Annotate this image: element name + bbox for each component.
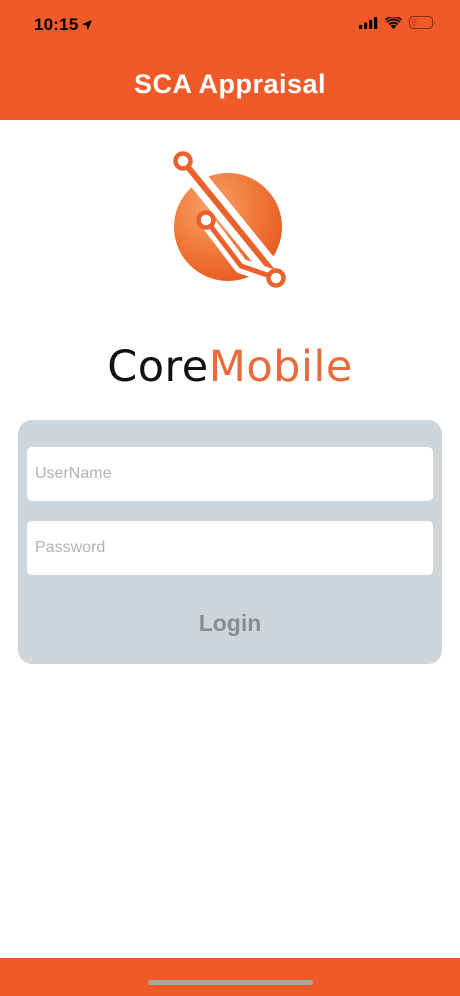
status-time-text: 10:15 [34, 15, 79, 34]
wifi-icon [385, 16, 402, 29]
page-title: SCA Appraisal [133, 68, 327, 99]
password-input[interactable] [27, 521, 433, 575]
brand-wordmark: CoreMobile [0, 342, 460, 392]
status-bar: 10:15 [0, 0, 460, 50]
coremobile-logo-icon [173, 151, 288, 288]
login-panel: Login [18, 420, 442, 664]
battery-low-icon [409, 16, 435, 29]
status-icons [359, 16, 436, 29]
cellular-signal-icon [359, 16, 378, 29]
nav-bar: SCA Appraisal [0, 50, 460, 120]
home-indicator[interactable] [148, 980, 313, 985]
brand-core-text: Core [107, 342, 209, 392]
bottom-bar [0, 958, 460, 996]
status-time: 10:15 [34, 15, 93, 35]
location-arrow-icon [82, 20, 93, 30]
username-input[interactable] [27, 447, 433, 501]
brand-mobile-text: Mobile [208, 342, 353, 392]
login-button[interactable]: Login [27, 598, 433, 648]
